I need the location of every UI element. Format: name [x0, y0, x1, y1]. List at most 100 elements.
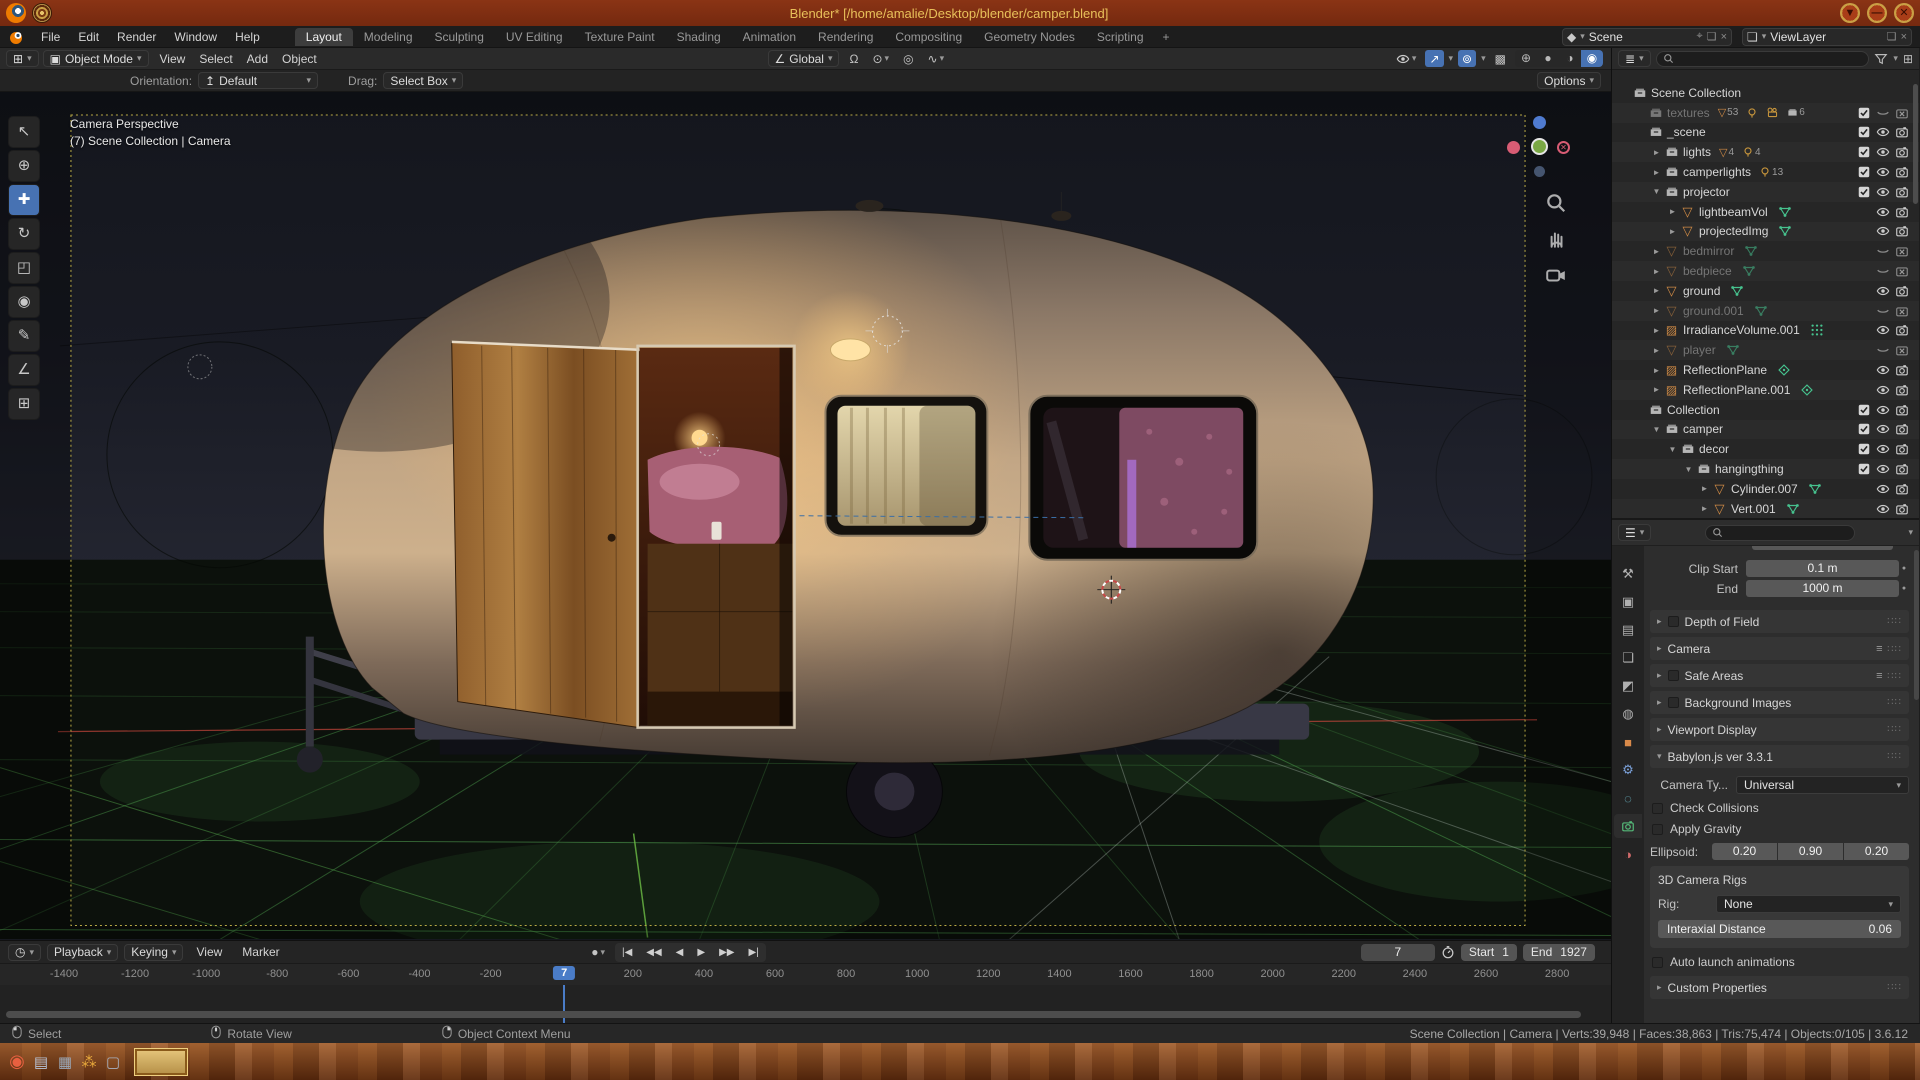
exclude-checkbox[interactable]: [1854, 442, 1873, 456]
hide-eye-icon[interactable]: [1873, 284, 1892, 298]
current-frame-field[interactable]: 7: [1361, 944, 1435, 961]
snap-target-selector[interactable]: ⊙▾: [868, 50, 893, 67]
hide-eye-icon[interactable]: [1873, 422, 1892, 436]
check-collisions-row[interactable]: Check Collisions: [1652, 801, 1909, 815]
expand-arrow[interactable]: ►: [1650, 385, 1663, 394]
expand-arrow[interactable]: ▼: [1682, 465, 1695, 474]
exclude-checkbox[interactable]: [1854, 323, 1873, 337]
menu-render[interactable]: Render: [108, 28, 165, 46]
outliner-row-bedmirror[interactable]: ►▽bedmirror: [1612, 241, 1919, 261]
tool-annotate-button[interactable]: ✎: [8, 320, 40, 352]
camera-view-icon[interactable]: [1545, 264, 1567, 286]
current-frame-badge[interactable]: 7: [553, 966, 575, 980]
checkbox[interactable]: [1668, 670, 1679, 681]
new-collection-button[interactable]: ⊞: [1903, 52, 1913, 66]
viewport-menu-select[interactable]: Select: [192, 52, 239, 66]
menu-help[interactable]: Help: [226, 28, 269, 46]
properties-tab-physics[interactable]: ◌: [1614, 786, 1642, 810]
animate-dot[interactable]: ●: [1899, 585, 1909, 592]
expand-arrow[interactable]: ▼: [1666, 445, 1679, 454]
3d-viewport[interactable]: Camera Perspective (7) Scene Collection …: [0, 92, 1611, 940]
properties-tab-output[interactable]: ▤: [1614, 618, 1642, 642]
file-manager-icon[interactable]: ▤: [29, 1050, 53, 1074]
expand-arrow[interactable]: ►: [1650, 286, 1663, 295]
checkbox[interactable]: [1668, 697, 1679, 708]
render-camera-off-icon[interactable]: [1892, 264, 1911, 278]
axis-z-handle[interactable]: [1533, 116, 1546, 129]
keying-menu[interactable]: Keying▾: [124, 944, 183, 961]
scene-selector[interactable]: ◆▾ Scene ⌖ ❏ ×: [1562, 28, 1732, 46]
outliner-row-ground[interactable]: ►▽ground: [1612, 281, 1919, 301]
displays-icon[interactable]: ▢: [101, 1050, 125, 1074]
prev-frame-button[interactable]: ◀: [669, 943, 691, 962]
hide-eye-icon[interactable]: [1873, 442, 1892, 456]
object-visibility-selector[interactable]: ▾: [1392, 50, 1421, 67]
animate-dot[interactable]: ●: [1899, 565, 1909, 572]
render-camera-icon[interactable]: [1892, 363, 1911, 377]
properties-tab-modifiers[interactable]: ⚙: [1614, 758, 1642, 782]
ellipsoid-field[interactable]: 0.20: [1712, 843, 1777, 860]
start-frame-field[interactable]: Start1: [1461, 944, 1517, 961]
hide-eye-icon[interactable]: [1873, 502, 1892, 516]
menu-edit[interactable]: Edit: [69, 28, 108, 46]
outliner-row-reflectionplane[interactable]: ►▨ReflectionPlane: [1612, 360, 1919, 380]
stopwatch-icon[interactable]: [1441, 945, 1455, 959]
duplicate-viewlayer-icon[interactable]: ❏: [1887, 30, 1897, 43]
tool-tweak-button[interactable]: ↖: [8, 116, 40, 148]
axis-x-handle[interactable]: [1507, 141, 1520, 154]
proportional-falloff-selector[interactable]: ∿▾: [924, 50, 949, 67]
outliner-row-decor[interactable]: ▼decor: [1612, 439, 1919, 459]
properties-scrollbar[interactable]: [1914, 550, 1919, 700]
shading-rendered-button[interactable]: ◉: [1581, 50, 1603, 67]
render-camera-icon[interactable]: [1892, 482, 1911, 496]
snap-toggle[interactable]: Ω: [845, 50, 862, 67]
render-camera-icon[interactable]: [1892, 165, 1911, 179]
hide-eye-icon[interactable]: [1873, 482, 1892, 496]
axis-x-neg-handle[interactable]: ✕: [1557, 141, 1570, 154]
properties-tab-object-data[interactable]: [1614, 814, 1642, 838]
hidden-eye-icon[interactable]: [1873, 264, 1892, 278]
outliner-row-projectedimg[interactable]: ►▽projectedImg: [1612, 222, 1919, 242]
outliner-row-hangingthing[interactable]: ▼hangingthing: [1612, 459, 1919, 479]
editor-type-selector[interactable]: ⊞▾: [6, 50, 39, 67]
expand-arrow[interactable]: ►: [1650, 306, 1663, 315]
render-camera-icon[interactable]: [1892, 403, 1911, 417]
gizmos-toggle[interactable]: ↗: [1425, 50, 1443, 67]
shading-material-button[interactable]: ◑: [1559, 50, 1581, 67]
options-dropdown[interactable]: Options▾: [1537, 72, 1601, 89]
exclude-checkbox[interactable]: [1854, 462, 1873, 476]
expand-arrow[interactable]: ►: [1650, 267, 1663, 276]
properties-tab-view-layer[interactable]: ❏: [1614, 646, 1642, 670]
tab-scripting[interactable]: Scripting: [1086, 28, 1155, 46]
render-camera-icon[interactable]: [1892, 323, 1911, 337]
exclude-checkbox[interactable]: [1854, 343, 1873, 357]
outliner-row-textures[interactable]: textures▽536: [1612, 103, 1919, 123]
navigation-gizmo[interactable]: ✕: [1507, 116, 1571, 180]
outliner-row-collection[interactable]: Collection: [1612, 400, 1919, 420]
drag-dropdown[interactable]: Select Box▾: [383, 72, 463, 89]
playback-menu[interactable]: Playback▾: [47, 944, 118, 961]
hide-eye-icon[interactable]: [1873, 145, 1892, 159]
exclude-checkbox[interactable]: [1854, 185, 1873, 199]
hide-eye-icon[interactable]: [1873, 205, 1892, 219]
properties-tab-tool[interactable]: ⚒: [1614, 562, 1642, 586]
render-camera-icon[interactable]: [1892, 185, 1911, 199]
hide-eye-icon[interactable]: [1873, 403, 1892, 417]
properties-tab-scene[interactable]: ◩: [1614, 674, 1642, 698]
auto-launch-row[interactable]: Auto launch animations: [1652, 955, 1909, 969]
tab-animation[interactable]: Animation: [732, 28, 807, 46]
outliner-row-projector[interactable]: ▼projector: [1612, 182, 1919, 202]
properties-search-input[interactable]: [1705, 525, 1855, 541]
tool-move-button[interactable]: ✚: [8, 184, 40, 216]
paw-icon[interactable]: ⁂: [77, 1050, 101, 1074]
camera-type-dropdown[interactable]: Universal▾: [1736, 776, 1909, 794]
properties-tab-material[interactable]: ◑: [1614, 842, 1642, 866]
render-camera-icon[interactable]: [1892, 284, 1911, 298]
jump-start-button[interactable]: |◀: [615, 943, 639, 962]
hide-eye-icon[interactable]: [1873, 383, 1892, 397]
properties-editor-type[interactable]: ☰▾: [1618, 524, 1651, 541]
tab-shading[interactable]: Shading: [666, 28, 732, 46]
outliner-search-input[interactable]: [1656, 51, 1870, 67]
tool-rotate-button[interactable]: ↻: [8, 218, 40, 250]
expand-arrow[interactable]: ►: [1650, 247, 1663, 256]
